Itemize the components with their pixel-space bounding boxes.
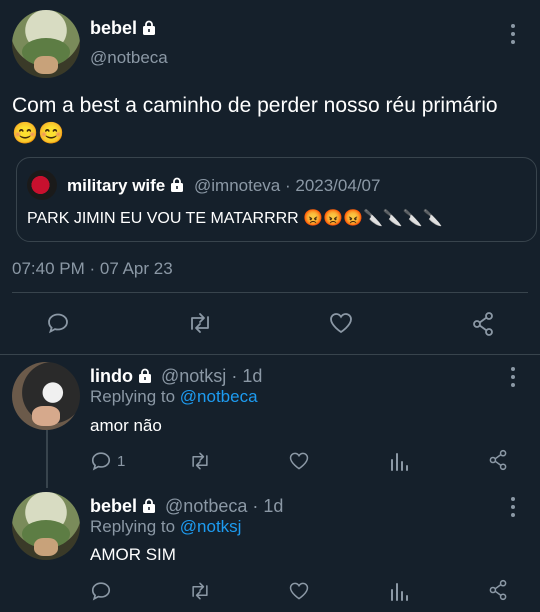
reply-header: bebel @notbeca · 1d	[90, 496, 283, 519]
handle[interactable]: @notksj	[161, 366, 226, 386]
share-icon[interactable]	[487, 579, 509, 601]
tweet-text: Com a best a caminho de perder nosso réu…	[12, 92, 512, 148]
handle[interactable]: @notbeca	[165, 496, 247, 516]
quoted-handle: @imnoteva	[194, 176, 281, 195]
replying-to: Replying to @notksj	[90, 517, 241, 537]
more-icon[interactable]	[503, 497, 523, 517]
reply-icon[interactable]	[90, 580, 112, 602]
reply-text: AMOR SIM	[90, 545, 176, 564]
tweet-text-content: Com a best a caminho de perder nosso réu…	[12, 94, 498, 145]
quoted-date: · 2023/04/07	[284, 176, 381, 195]
analytics-icon[interactable]	[389, 450, 409, 472]
reply-icon[interactable]	[46, 311, 70, 335]
like-icon[interactable]	[328, 311, 354, 335]
replying-to-link[interactable]: @notbeca	[180, 387, 258, 406]
main-author[interactable]: bebel	[90, 18, 157, 41]
lock-icon	[137, 368, 153, 389]
reply-time: · 1d	[231, 366, 263, 386]
lock-icon	[169, 177, 185, 198]
share-icon[interactable]	[487, 449, 509, 471]
main-avatar[interactable]	[12, 10, 80, 78]
reply-avatar-lindo[interactable]	[12, 362, 80, 430]
handle[interactable]: @notbeca	[90, 48, 168, 68]
reply-icon[interactable]: 1	[90, 450, 125, 472]
like-icon[interactable]	[288, 450, 310, 472]
timestamp: 07:40 PM · 07 Apr 23	[12, 259, 173, 278]
quoted-avatar	[27, 170, 57, 200]
replying-prefix: Replying to	[90, 517, 176, 536]
lock-icon	[141, 498, 157, 519]
retweet-icon[interactable]	[186, 311, 214, 335]
display-name[interactable]: lindo	[90, 366, 133, 386]
lock-icon	[141, 20, 157, 41]
retweet-icon[interactable]	[188, 580, 212, 602]
like-icon[interactable]	[288, 580, 310, 602]
replying-to: Replying to @notbeca	[90, 387, 258, 407]
retweet-icon[interactable]	[188, 450, 212, 472]
quoted-text: PARK JIMIN EU VOU TE MATARRRR 😡😡😡🔪🔪🔪🔪	[27, 210, 443, 227]
replying-to-link[interactable]: @notksj	[180, 517, 242, 536]
reply-time: · 1d	[252, 496, 284, 516]
reply-avatar-bebel[interactable]	[12, 492, 80, 560]
analytics-icon[interactable]	[389, 580, 409, 602]
more-icon[interactable]	[503, 24, 523, 44]
share-icon[interactable]	[470, 311, 496, 337]
reply-header: lindo @notksj · 1d	[90, 366, 262, 389]
display-name[interactable]: bebel	[90, 18, 137, 38]
reply-text: amor não	[90, 416, 162, 435]
reply-count: 1	[117, 452, 126, 470]
quoted-display-name: military wife	[67, 176, 166, 195]
replying-prefix: Replying to	[90, 387, 176, 406]
more-icon[interactable]	[503, 367, 523, 387]
quoted-tweet[interactable]: military wife @imnoteva · 2023/04/07 PAR…	[16, 157, 537, 242]
display-name[interactable]: bebel	[90, 496, 137, 516]
